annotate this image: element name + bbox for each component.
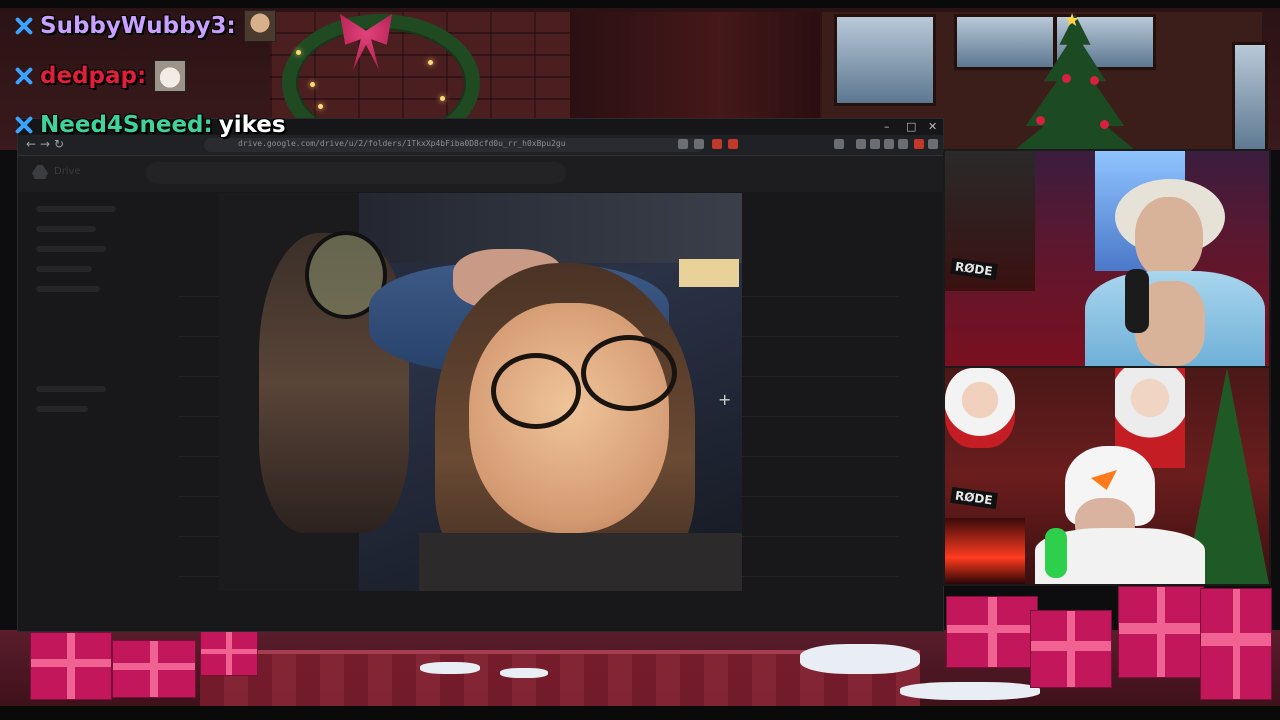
extension-icon[interactable] — [884, 139, 894, 149]
crosshair-plus-icon: + — [718, 390, 732, 409]
gift-box-icon — [1030, 610, 1112, 688]
wreath-light — [428, 60, 433, 65]
gift-box-icon — [1118, 586, 1204, 678]
shirt — [419, 533, 742, 591]
close-button[interactable]: ✕ — [928, 120, 937, 133]
snow-patch — [500, 668, 548, 678]
sunglasses-face-emote — [243, 10, 276, 42]
sidebar-item[interactable] — [36, 386, 106, 392]
glasses-icon — [491, 353, 581, 429]
chat-username[interactable]: dedpap: — [40, 63, 146, 89]
frame-border-top — [0, 0, 1280, 8]
chat-message: Need4Sneed: yikes — [10, 107, 286, 143]
window-pane — [1232, 42, 1268, 154]
ornament — [1090, 76, 1099, 85]
chat-username[interactable]: Need4Sneed: — [40, 112, 213, 138]
ornament — [1036, 116, 1045, 125]
snow-patch — [900, 682, 1040, 700]
ornament — [1100, 120, 1109, 129]
sidebar-item[interactable] — [36, 226, 96, 232]
sidebar-item[interactable] — [36, 266, 92, 272]
chat-text: yikes — [218, 112, 286, 138]
fireplace — [945, 518, 1025, 584]
maximize-button[interactable]: □ — [906, 120, 916, 133]
sword-badge-icon — [10, 13, 36, 39]
music-icon[interactable] — [856, 139, 866, 149]
santa-figure — [945, 368, 1015, 448]
gift-box-icon — [1200, 588, 1272, 700]
ornament — [1062, 74, 1071, 83]
menu-icon[interactable] — [928, 139, 938, 149]
snow-patch — [800, 644, 920, 674]
sidebar-icon[interactable] — [870, 139, 880, 149]
search-input[interactable] — [146, 162, 566, 184]
microphone-icon — [1125, 269, 1149, 333]
photo-preview[interactable] — [219, 193, 742, 591]
webcam-bottom: RØDE — [943, 366, 1271, 586]
wreath-light — [296, 50, 301, 55]
sidebar-item[interactable] — [36, 206, 116, 212]
box — [679, 259, 739, 287]
extension-icon[interactable] — [898, 139, 908, 149]
mic-brand-label: RØDE — [950, 486, 998, 510]
minimize-button[interactable]: – — [884, 120, 890, 133]
wreath-light — [310, 82, 315, 87]
sword-badge-icon — [10, 63, 36, 89]
wreath-light — [318, 104, 323, 109]
gift-box-icon — [200, 630, 258, 676]
microphone-icon — [1045, 528, 1067, 578]
drive-app-name: Drive — [54, 166, 81, 177]
star-icon: ★ — [1064, 10, 1081, 31]
cat-emote — [154, 60, 187, 92]
gift-box-icon — [112, 640, 196, 698]
glasses-icon — [581, 335, 677, 411]
chat-message: dedpap: — [10, 58, 187, 94]
red-door — [570, 12, 820, 122]
chat-username[interactable]: SubbyWubby3: — [40, 13, 236, 39]
bookmark-icon[interactable] — [678, 139, 688, 149]
drive-header: Drive — [18, 156, 943, 192]
share-icon[interactable] — [694, 139, 704, 149]
sword-badge-icon — [10, 112, 36, 138]
chat-message: SubbyWubby3: — [10, 8, 276, 44]
sidebar-item[interactable] — [36, 406, 88, 412]
extension-icon[interactable] — [914, 139, 924, 149]
face — [1135, 197, 1203, 279]
window-pane — [834, 14, 936, 106]
extension-icon[interactable] — [712, 139, 722, 149]
sidebar-item[interactable] — [36, 246, 106, 252]
gift-box-icon — [946, 596, 1038, 668]
extension-icon[interactable] — [728, 139, 738, 149]
window-pane — [954, 14, 1056, 70]
wreath-light — [440, 96, 445, 101]
webcam-top: RØDE — [943, 149, 1271, 368]
frame-border-bottom — [0, 706, 1280, 720]
gift-box-icon — [30, 632, 112, 700]
drive-logo-icon[interactable] — [32, 165, 48, 179]
url-text[interactable]: drive.google.com/drive/u/2/folders/1TkxX… — [238, 139, 566, 148]
cast-icon[interactable] — [834, 139, 844, 149]
sidebar-item[interactable] — [36, 286, 100, 292]
snow-patch — [420, 662, 480, 674]
